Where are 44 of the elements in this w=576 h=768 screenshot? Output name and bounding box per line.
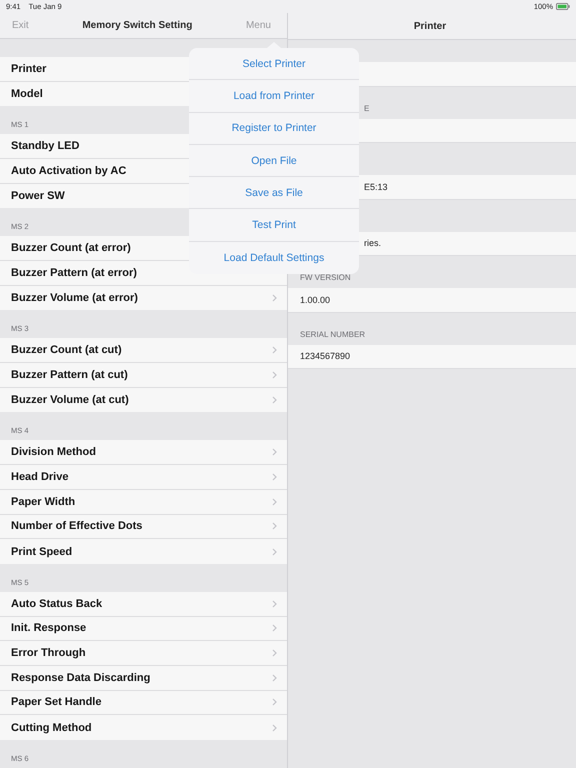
chevron-icon: [272, 294, 277, 302]
chevron-icon: [272, 649, 277, 658]
setting-row[interactable]: Buzzer Count (at cut): [0, 338, 287, 364]
menu-item[interactable]: Register to Printer: [189, 112, 359, 145]
chevron-icon: [272, 674, 277, 682]
menu-item[interactable]: Save as File: [189, 177, 359, 210]
setting-row[interactable]: Print Speed: [0, 539, 287, 564]
chevron-icon: [272, 346, 277, 354]
setting-row[interactable]: Division Method: [0, 440, 287, 466]
chevron-icon: [272, 698, 277, 706]
setting-row[interactable]: Buzzer Pattern (at cut): [0, 363, 287, 388]
detail-row: 1234567890: [288, 344, 576, 369]
nav-title: Memory Switch Setting: [82, 20, 192, 31]
menu-item[interactable]: Open File: [189, 144, 359, 178]
chevron-icon: [272, 448, 277, 456]
chevron-icon: [272, 370, 277, 379]
chevron-icon: [272, 548, 277, 556]
setting-row[interactable]: Paper Set Handle: [0, 690, 287, 716]
setting-row[interactable]: Head Drive: [0, 465, 287, 490]
section-header: SERIAL NUMBER: [300, 330, 366, 338]
section-header: FW VERSION: [300, 273, 351, 282]
setting-row[interactable]: Init. Response: [0, 616, 287, 642]
setting-row[interactable]: Paper Width: [0, 490, 287, 514]
setting-row[interactable]: Number of Effective Dots: [0, 514, 287, 540]
chevron-icon: [272, 522, 277, 530]
menu-item[interactable]: Load from Printer: [189, 80, 359, 113]
setting-row[interactable]: Auto Status Back: [0, 592, 287, 617]
detail-row: 1.00.00: [288, 288, 576, 312]
setting-row[interactable]: Response Data Discarding: [0, 666, 287, 691]
chevron-icon: [272, 724, 277, 732]
chevron-icon: [272, 472, 277, 481]
chevron-icon: [272, 624, 277, 632]
battery-icon: [556, 3, 570, 10]
section-header: E: [364, 104, 370, 112]
setting-row[interactable]: Buzzer Volume (at cut): [0, 388, 287, 412]
nav-title: Printer: [414, 20, 446, 32]
setting-row[interactable]: Buzzer Volume (at error): [0, 286, 287, 310]
chevron-icon: [272, 396, 277, 404]
setting-row[interactable]: Error Through: [0, 641, 287, 666]
setting-row[interactable]: Cutting Method: [0, 715, 287, 740]
menu-item[interactable]: Select Printer: [189, 48, 359, 80]
menu-item[interactable]: Test Print: [189, 209, 359, 242]
chevron-icon: [272, 498, 277, 506]
chevron-icon: [272, 600, 277, 608]
